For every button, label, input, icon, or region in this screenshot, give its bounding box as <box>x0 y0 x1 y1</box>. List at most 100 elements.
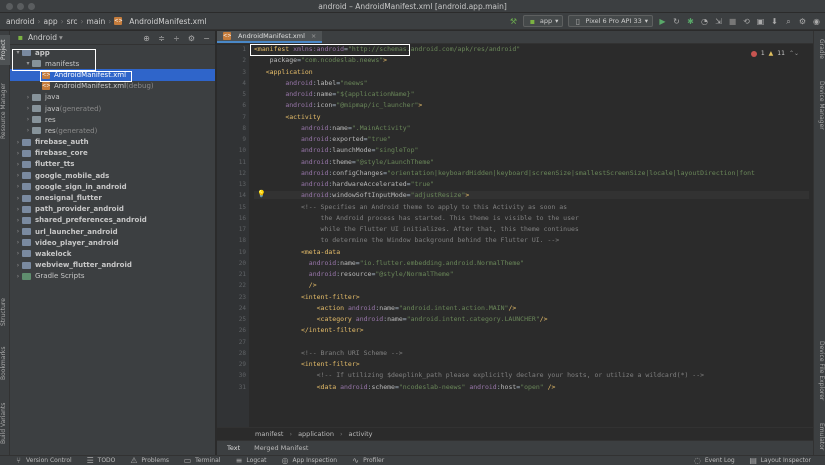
tab-gradle[interactable]: Gradle <box>813 39 825 63</box>
breadcrumb-item[interactable]: src <box>65 17 80 26</box>
code-line[interactable]: to determine the Window background behin… <box>254 236 560 244</box>
debug-icon[interactable]: ✱ <box>686 17 695 26</box>
chevron-right-icon[interactable]: › <box>14 239 22 246</box>
tree-item[interactable]: › google_sign_in_android <box>10 181 215 192</box>
chevron-right-icon[interactable]: › <box>24 105 32 112</box>
run-config-select[interactable]: ▪ app ▾ <box>522 15 564 27</box>
crumb-manifest[interactable]: manifest <box>255 430 283 438</box>
code-line[interactable]: android:resource="@style/NormalTheme" <box>254 270 454 278</box>
code-line[interactable]: <action android:name="android.intent.act… <box>254 304 517 312</box>
project-view-select[interactable]: Android <box>28 33 57 42</box>
code-line[interactable]: android:name="io.flutter.embedding.andro… <box>254 259 524 267</box>
code-line[interactable]: android:theme="@style/LaunchTheme" <box>254 158 434 166</box>
code-line[interactable]: <meta-data <box>254 248 340 256</box>
apply-changes-icon[interactable]: ↻ <box>672 17 681 26</box>
tree-item[interactable]: › google_mobile_ads <box>10 170 215 181</box>
chevron-right-icon[interactable]: › <box>14 139 22 146</box>
tree-item[interactable]: › webview_flutter_android <box>10 260 215 271</box>
code-line[interactable]: android:configChanges="orientation|keybo… <box>254 169 755 177</box>
chevron-right-icon[interactable]: › <box>14 195 22 202</box>
collapse-all-icon[interactable]: ≑ <box>157 34 166 43</box>
crumb-activity[interactable]: activity <box>349 430 373 438</box>
close-icon[interactable]: × <box>311 32 316 40</box>
tree-item[interactable]: <> AndroidManifest.xml (debug) <box>10 81 215 92</box>
app-inspection-button[interactable]: ◎ App Inspection <box>280 456 337 465</box>
code-line[interactable]: /> <box>254 281 317 289</box>
stop-icon[interactable]: ■ <box>728 17 737 26</box>
code-line[interactable]: <!-- If utilizing $deeplink_path please … <box>254 371 704 379</box>
code-line[interactable]: android:label="neews" <box>254 79 367 87</box>
tree-item[interactable]: › java (generated) <box>10 103 215 114</box>
breadcrumb-item[interactable]: app <box>41 17 59 26</box>
chevron-right-icon[interactable]: › <box>14 161 22 168</box>
logcat-button[interactable]: ≡ Logcat <box>234 456 267 465</box>
tab-device-file-explorer[interactable]: Device File Explorer <box>813 341 825 413</box>
crumb-application[interactable]: application <box>298 430 334 438</box>
event-log-button[interactable]: ◌ Event Log <box>693 456 735 465</box>
code-line[interactable]: android:launchMode="singleTop" <box>254 146 418 154</box>
tree-item[interactable]: › res (generated) <box>10 125 215 136</box>
tree-item[interactable]: › path_provider_android <box>10 204 215 215</box>
code-line[interactable]: the Android process has started. This th… <box>254 214 579 222</box>
code-line[interactable]: android:windowSoftInputMode="adjustResiz… <box>254 191 809 200</box>
tree-item[interactable]: › flutter_tts <box>10 159 215 170</box>
chevron-right-icon[interactable]: › <box>14 250 22 257</box>
chevron-right-icon[interactable]: › <box>24 116 32 123</box>
code-line[interactable]: package="com.ncodeslab.neews"> <box>254 56 387 64</box>
code-line[interactable]: <!-- Specifies an Android theme to apply… <box>254 203 567 211</box>
tab-resource-manager[interactable]: Resource Manager <box>0 81 10 141</box>
code-line[interactable]: </intent-filter> <box>254 326 364 334</box>
version-control-button[interactable]: ⑂ Version Control <box>14 456 72 465</box>
hammer-icon[interactable]: ⚒ <box>509 17 518 26</box>
tree-item[interactable]: › onesignal_flutter <box>10 192 215 203</box>
code-line[interactable]: <intent-filter> <box>254 293 360 301</box>
tree-item[interactable]: › video_player_android <box>10 237 215 248</box>
problems-button[interactable]: ⚠ Problems <box>129 456 169 465</box>
todo-button[interactable]: ☰ TODO <box>86 456 116 465</box>
chevron-right-icon[interactable]: › <box>14 217 22 224</box>
lightbulb-icon[interactable]: 💡 <box>257 190 266 198</box>
run-icon[interactable]: ▶ <box>658 17 667 26</box>
tree-item[interactable]: › firebase_auth <box>10 137 215 148</box>
chevron-right-icon[interactable]: › <box>14 150 22 157</box>
tree-item[interactable]: › java <box>10 92 215 103</box>
code-line[interactable]: <category android:name="android.intent.c… <box>254 315 548 323</box>
device-select[interactable]: ▯ Pixel 6 Pro API 33 ▾ <box>568 15 653 27</box>
code-line[interactable]: android:hardwareAccelerated="true" <box>254 180 434 188</box>
window-controls[interactable] <box>6 3 35 10</box>
hide-icon[interactable]: − <box>202 34 211 43</box>
code-line[interactable]: <!-- Branch URI Scheme --> <box>254 349 403 357</box>
search-icon[interactable]: ⌕ <box>784 17 793 26</box>
chevron-right-icon[interactable]: › <box>14 183 22 190</box>
chevron-right-icon[interactable]: › <box>14 228 22 235</box>
tab-text[interactable]: Text <box>227 444 240 452</box>
code-line[interactable]: while the Flutter UI initializes. After … <box>254 225 579 233</box>
attach-debugger-icon[interactable]: ⇲ <box>714 17 723 26</box>
code-line[interactable]: android:name=".MainActivity" <box>254 124 411 132</box>
breadcrumb-file[interactable]: <> AndroidManifest.xml <box>112 17 208 26</box>
code-line[interactable]: <intent-filter> <box>254 360 360 368</box>
tab-project[interactable]: Project <box>0 35 10 65</box>
code-line[interactable]: <data android:scheme="ncodeslab-neews" a… <box>254 383 556 391</box>
code-line[interactable]: android:icon="@mipmap/ic_launcher"> <box>254 101 422 109</box>
tree-item[interactable]: › res <box>10 114 215 125</box>
code-line[interactable]: android:name="${applicationName}" <box>254 90 414 98</box>
chevron-right-icon[interactable]: › <box>14 172 22 179</box>
tree-item[interactable]: › firebase_core <box>10 148 215 159</box>
terminal-button[interactable]: ▭ Terminal <box>183 456 221 465</box>
tab-emulator[interactable]: Emulator <box>813 423 825 453</box>
tree-item[interactable]: › Gradle Scripts <box>10 271 215 282</box>
device-manager-icon[interactable]: ▣ <box>756 17 765 26</box>
tab-androidmanifest[interactable]: <> AndroidManifest.xml × <box>217 31 323 43</box>
inspection-widget[interactable]: 1 ▲ 11 ⌃⌄ <box>750 50 799 57</box>
chevron-right-icon[interactable]: › <box>14 273 22 280</box>
sync-icon[interactable]: ⟲ <box>742 17 751 26</box>
tree-item[interactable]: › wakelock <box>10 248 215 259</box>
tree-item[interactable]: › shared_preferences_android <box>10 215 215 226</box>
code-line[interactable]: <application <box>254 68 313 76</box>
tab-bookmarks[interactable]: Bookmarks <box>0 343 10 383</box>
expand-all-icon[interactable]: ÷ <box>172 34 181 43</box>
settings-icon[interactable]: ⚙ <box>798 17 807 26</box>
code-line[interactable]: <activity <box>254 113 320 121</box>
gear-icon[interactable]: ⚙ <box>187 34 196 43</box>
